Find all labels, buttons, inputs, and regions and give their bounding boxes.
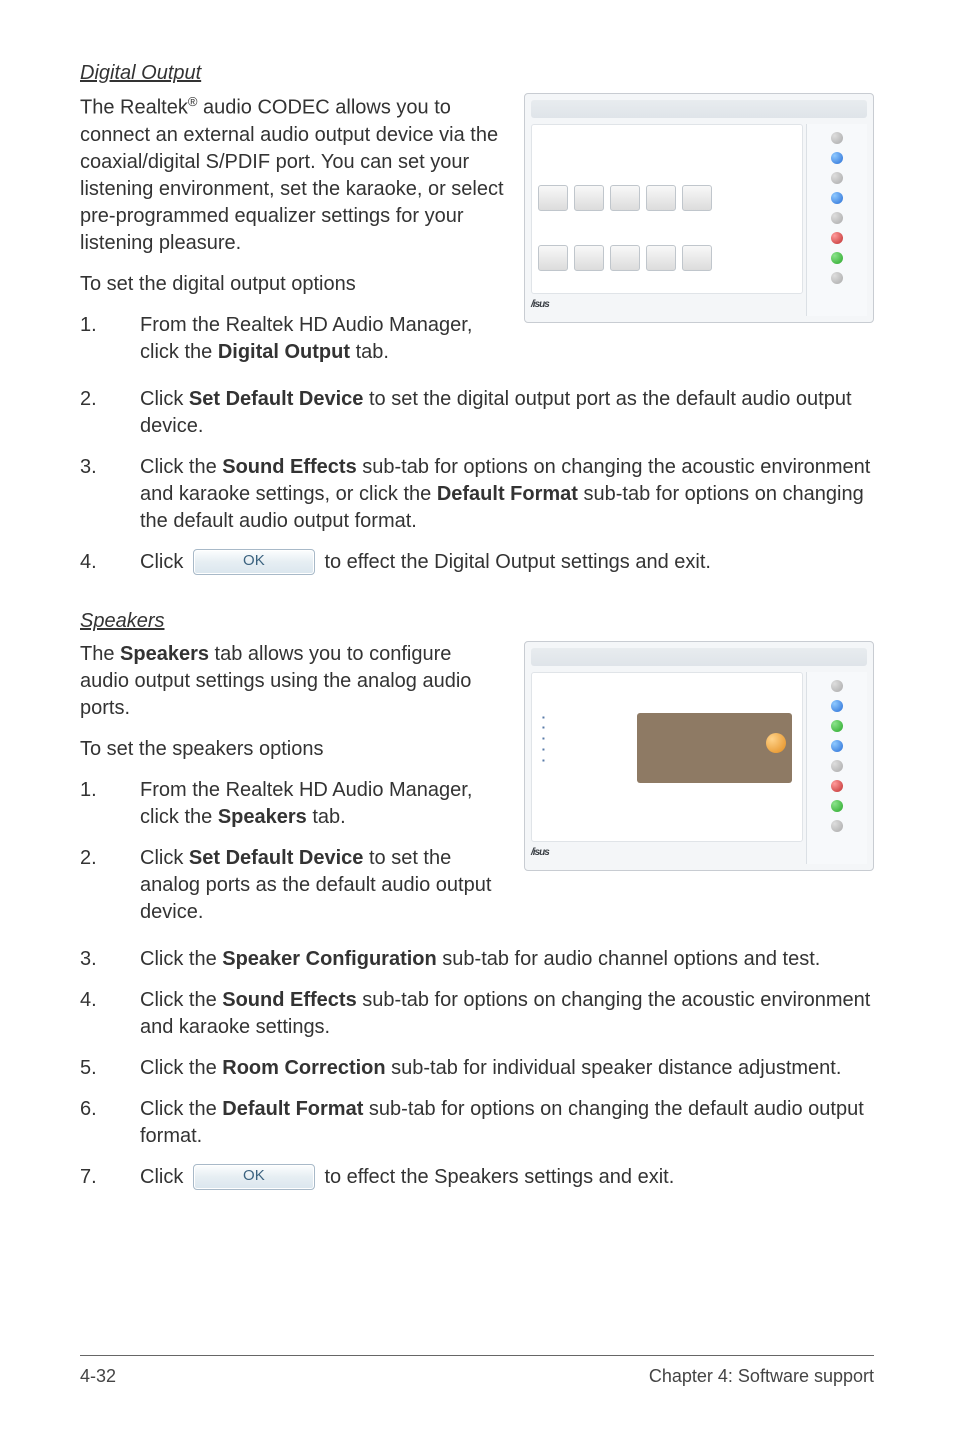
text: Click the <box>140 456 222 478</box>
list-item: 1. From the Realtek HD Audio Manager, cl… <box>80 777 504 831</box>
text-bold: Set Default Device <box>189 847 364 869</box>
text: audio CODEC allows you to connect an ext… <box>80 97 504 254</box>
text-bold: Room Correction <box>222 1057 385 1079</box>
text: Click <box>140 551 189 573</box>
text: to effect the Digital Output settings an… <box>319 551 711 573</box>
step-text: Click OK to effect the Digital Output se… <box>140 549 874 576</box>
screenshot-brand: /isus <box>531 847 549 858</box>
text-bold: Sound Effects <box>222 456 356 478</box>
text-bold: Digital Output <box>218 341 350 363</box>
section-heading-digital-output: Digital Output <box>80 60 874 87</box>
step-text: Click the Sound Effects sub-tab for opti… <box>140 454 874 535</box>
step-number: 3. <box>80 454 110 535</box>
step-text: Click the Sound Effects sub-tab for opti… <box>140 987 874 1041</box>
list-item: 5. Click the Room Correction sub-tab for… <box>80 1055 874 1082</box>
text: sub-tab for individual speaker distance … <box>386 1057 842 1079</box>
text: The Realtek <box>80 97 188 119</box>
screenshot-brand: /isus <box>531 299 549 310</box>
speakers-intro: The Speakers tab allows you to configure… <box>80 641 504 722</box>
text: Click <box>140 847 189 869</box>
step-text: From the Realtek HD Audio Manager, click… <box>140 777 504 831</box>
step-number: 3. <box>80 946 110 973</box>
step-number: 2. <box>80 845 110 926</box>
step-number: 7. <box>80 1164 110 1191</box>
digital-output-lead: To set the digital output options <box>80 271 504 298</box>
text-bold: Sound Effects <box>222 989 356 1011</box>
text-bold: Set Default Device <box>189 388 364 410</box>
text: Click <box>140 388 189 410</box>
text: Click the <box>140 1098 222 1120</box>
list-item: 1. From the Realtek HD Audio Manager, cl… <box>80 312 504 366</box>
digital-output-intro: The Realtek® audio CODEC allows you to c… <box>80 93 504 257</box>
text: to effect the Speakers settings and exit… <box>319 1166 674 1188</box>
list-item: 6. Click the Default Format sub-tab for … <box>80 1096 874 1150</box>
step-text: From the Realtek HD Audio Manager, click… <box>140 312 504 366</box>
text-bold: Speakers <box>120 643 209 665</box>
text: tab. <box>350 341 389 363</box>
screenshot-digital-output: /isus <box>524 93 874 323</box>
section-heading-speakers: Speakers <box>80 608 874 635</box>
chapter-title: Chapter 4: Software support <box>649 1364 874 1388</box>
text: Click the <box>140 989 222 1011</box>
ok-button[interactable]: OK <box>193 1164 315 1190</box>
step-number: 4. <box>80 549 110 576</box>
step-number: 5. <box>80 1055 110 1082</box>
page-number: 4-32 <box>80 1364 116 1388</box>
step-text: Click Set Default Device to set the digi… <box>140 386 874 440</box>
text: Click the <box>140 1057 222 1079</box>
step-text: Click OK to effect the Speakers settings… <box>140 1164 874 1191</box>
speakers-lead: To set the speakers options <box>80 736 504 763</box>
step-number: 1. <box>80 312 110 366</box>
ok-button[interactable]: OK <box>193 549 315 575</box>
list-item: 3. Click the Speaker Configuration sub-t… <box>80 946 874 973</box>
step-text: Click the Default Format sub-tab for opt… <box>140 1096 874 1150</box>
text: The <box>80 643 120 665</box>
page-footer: 4-32 Chapter 4: Software support <box>80 1355 874 1388</box>
reg-mark: ® <box>188 94 198 109</box>
list-item: 4. Click OK to effect the Digital Output… <box>80 549 874 576</box>
list-item: 2. Click Set Default Device to set the d… <box>80 386 874 440</box>
text-bold: Default Format <box>437 483 578 505</box>
step-number: 6. <box>80 1096 110 1150</box>
screenshot-speakers: ▪▪▪▪▪ /isus <box>524 641 874 871</box>
text: sub-tab for audio channel options and te… <box>437 948 821 970</box>
step-number: 1. <box>80 777 110 831</box>
list-item: 2. Click Set Default Device to set the a… <box>80 845 504 926</box>
step-text: Click the Speaker Configuration sub-tab … <box>140 946 874 973</box>
list-item: 7. Click OK to effect the Speakers setti… <box>80 1164 874 1191</box>
list-item: 4. Click the Sound Effects sub-tab for o… <box>80 987 874 1041</box>
step-text: Click Set Default Device to set the anal… <box>140 845 504 926</box>
list-item: 3. Click the Sound Effects sub-tab for o… <box>80 454 874 535</box>
step-text: Click the Room Correction sub-tab for in… <box>140 1055 874 1082</box>
step-number: 2. <box>80 386 110 440</box>
step-number: 4. <box>80 987 110 1041</box>
text-bold: Default Format <box>222 1098 363 1120</box>
text: tab. <box>307 806 346 828</box>
text: Click the <box>140 948 222 970</box>
text-bold: Speakers <box>218 806 307 828</box>
text-bold: Speaker Configuration <box>222 948 436 970</box>
text: Click <box>140 1166 189 1188</box>
